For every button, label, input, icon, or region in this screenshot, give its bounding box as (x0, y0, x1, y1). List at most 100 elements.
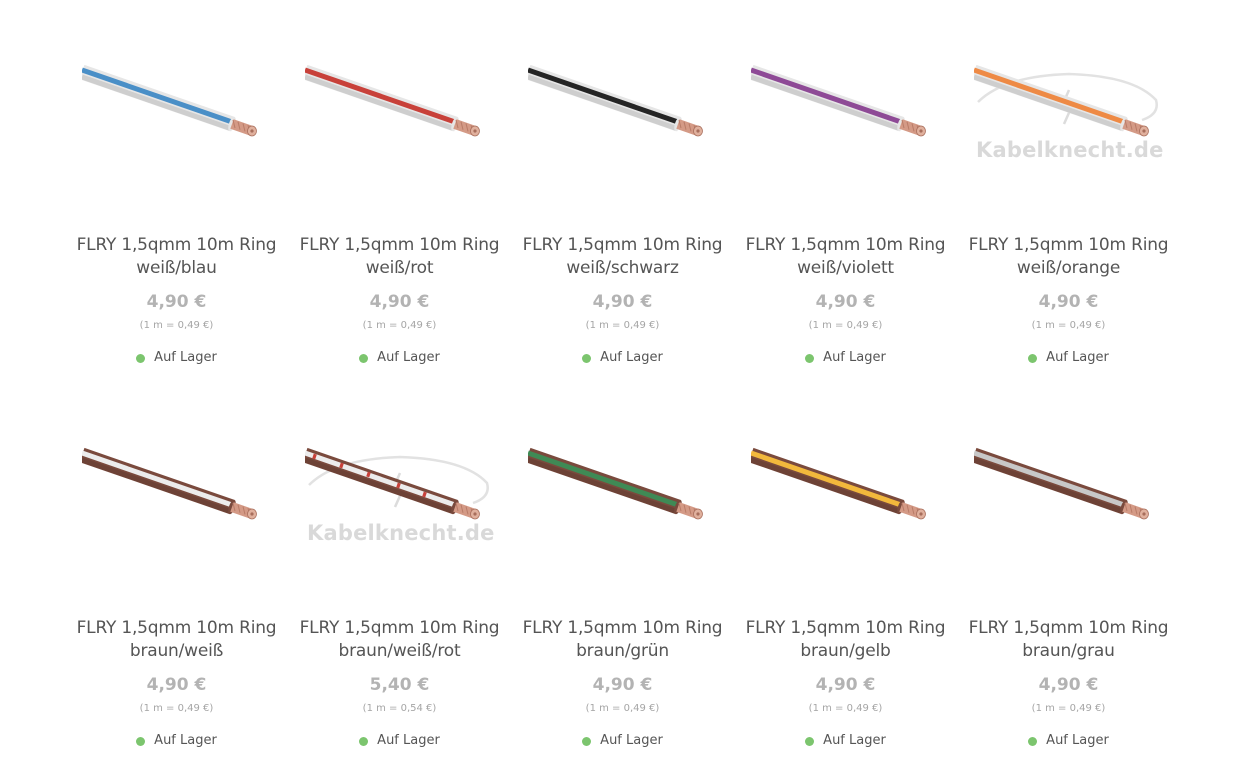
copper-conductor (230, 119, 257, 137)
unit-price: (1 m = 0,49 €) (808, 320, 883, 331)
stock-status: Auf Lager (957, 350, 1180, 365)
product-card[interactable]: FLRY 1,5qmm 10m Ring braun/grau 4,90 € (1 m… (957, 423, 1180, 777)
stock-label: Auf Lager (600, 350, 663, 365)
stock-label: Auf Lager (154, 733, 217, 748)
copper-conductor (1122, 119, 1149, 137)
product-title-line1: FLRY 1,5qmm 10m Ring (745, 235, 946, 255)
product-price: 4,90 € (1038, 292, 1099, 312)
cable-body (305, 64, 459, 132)
product-title[interactable]: FLRY 1,5qmm 10m Ring braun/grau (965, 617, 1172, 663)
product-title[interactable]: FLRY 1,5qmm 10m Ring braun/weiß (73, 617, 280, 663)
product-title-line2: braun/grün (576, 641, 669, 661)
product-card[interactable]: FLRY 1,5qmm 10m Ring weiß/violett 4,90 € (1… (734, 40, 957, 423)
cable-wire-image: Kabelknecht.de (305, 447, 495, 545)
product-title[interactable]: FLRY 1,5qmm 10m Ring weiß/schwarz (519, 234, 726, 280)
cable-wire-image (974, 447, 1149, 520)
product-card[interactable]: FLRY 1,5qmm 10m Ring weiß/schwarz 4,90 € (1… (511, 40, 734, 423)
stock-status: Auf Lager (288, 733, 511, 748)
product-image[interactable] (974, 445, 1164, 555)
product-title-line1: FLRY 1,5qmm 10m Ring (299, 618, 500, 638)
stock-label: Auf Lager (154, 350, 217, 365)
product-image[interactable] (305, 62, 495, 172)
unit-price: (1 m = 0,49 €) (139, 320, 214, 331)
stock-label: Auf Lager (823, 350, 886, 365)
product-price: 4,90 € (815, 675, 876, 695)
product-title-line2: braun/grau (1022, 641, 1115, 661)
copper-conductor (1122, 502, 1149, 520)
product-image[interactable] (528, 445, 718, 555)
product-image[interactable]: Kabelknecht.de (974, 62, 1164, 172)
product-card[interactable]: Kabelknecht.de FLRY 1,5qmm 10m Ring braun/… (288, 423, 511, 777)
in-stock-dot-icon (136, 353, 146, 363)
product-card[interactable]: FLRY 1,5qmm 10m Ring weiß/blau 4,90 € (1 m … (65, 40, 288, 423)
product-title[interactable]: FLRY 1,5qmm 10m Ring weiß/rot (296, 234, 503, 280)
product-card[interactable]: FLRY 1,5qmm 10m Ring weiß/rot 4,90 € (1 m =… (288, 40, 511, 423)
copper-conductor (453, 119, 480, 137)
stock-label: Auf Lager (823, 733, 886, 748)
cable-body (528, 64, 682, 132)
product-title-line1: FLRY 1,5qmm 10m Ring (745, 618, 946, 638)
stock-status: Auf Lager (65, 350, 288, 365)
stock-status: Auf Lager (511, 733, 734, 748)
copper-conductor (453, 502, 480, 520)
product-title[interactable]: FLRY 1,5qmm 10m Ring weiß/blau (73, 234, 280, 280)
cable-body (528, 447, 682, 515)
product-title-line1: FLRY 1,5qmm 10m Ring (76, 235, 277, 255)
cable-wire-image (305, 64, 480, 137)
product-title-line2: weiß/blau (136, 258, 217, 278)
product-price: 4,90 € (592, 675, 653, 695)
cable-body (305, 447, 459, 515)
product-card[interactable]: Kabelknecht.de FLRY 1,5qmm 10m Ring weiß/o… (957, 40, 1180, 423)
copper-conductor (676, 502, 703, 520)
stock-status: Auf Lager (511, 350, 734, 365)
product-card[interactable]: FLRY 1,5qmm 10m Ring braun/grün 4,90 € (1 m… (511, 423, 734, 777)
stock-label: Auf Lager (1046, 733, 1109, 748)
product-grid: FLRY 1,5qmm 10m Ring weiß/blau 4,90 € (1 m … (65, 40, 1180, 777)
unit-price: (1 m = 0,54 €) (362, 703, 437, 714)
product-price: 4,90 € (369, 292, 430, 312)
product-title[interactable]: FLRY 1,5qmm 10m Ring weiß/violett (742, 234, 949, 280)
unit-price: (1 m = 0,49 €) (585, 703, 660, 714)
in-stock-dot-icon (359, 353, 369, 363)
in-stock-dot-icon (805, 736, 815, 746)
product-image[interactable] (82, 62, 272, 172)
product-title-line1: FLRY 1,5qmm 10m Ring (522, 235, 723, 255)
product-card[interactable]: FLRY 1,5qmm 10m Ring braun/weiß 4,90 € (1 m… (65, 423, 288, 777)
cable-wire-image (82, 64, 257, 137)
product-title-line2: braun/weiß/rot (338, 641, 461, 661)
stock-status: Auf Lager (734, 733, 957, 748)
copper-conductor (899, 502, 926, 520)
product-title-line2: weiß/schwarz (566, 258, 679, 278)
product-title[interactable]: FLRY 1,5qmm 10m Ring braun/weiß/rot (296, 617, 503, 663)
product-card[interactable]: FLRY 1,5qmm 10m Ring braun/gelb 4,90 € (1 m… (734, 423, 957, 777)
in-stock-dot-icon (582, 736, 592, 746)
product-title-line2: weiß/rot (365, 258, 434, 278)
product-title-line2: braun/gelb (800, 641, 891, 661)
in-stock-dot-icon (582, 353, 592, 363)
copper-conductor (676, 119, 703, 137)
copper-conductor (899, 119, 926, 137)
product-image[interactable]: Kabelknecht.de (305, 445, 495, 555)
product-image[interactable] (528, 62, 718, 172)
product-title-line2: weiß/violett (797, 258, 894, 278)
cable-body (82, 64, 236, 132)
product-image[interactable] (751, 62, 941, 172)
product-price: 5,40 € (369, 675, 430, 695)
product-title-line2: braun/weiß (129, 641, 224, 661)
unit-price: (1 m = 0,49 €) (1031, 320, 1106, 331)
unit-price: (1 m = 0,49 €) (362, 320, 437, 331)
product-image[interactable] (82, 445, 272, 555)
cable-body (751, 64, 905, 132)
product-price: 4,90 € (1038, 675, 1099, 695)
watermark-text: Kabelknecht.de (307, 521, 495, 545)
product-price: 4,90 € (146, 292, 207, 312)
stock-label: Auf Lager (1046, 350, 1109, 365)
product-title-line1: FLRY 1,5qmm 10m Ring (522, 618, 723, 638)
product-title[interactable]: FLRY 1,5qmm 10m Ring weiß/orange (965, 234, 1172, 280)
product-title[interactable]: FLRY 1,5qmm 10m Ring braun/grün (519, 617, 726, 663)
stock-status: Auf Lager (734, 350, 957, 365)
cable-wire-image: Kabelknecht.de (974, 64, 1163, 162)
product-title[interactable]: FLRY 1,5qmm 10m Ring braun/gelb (742, 617, 949, 663)
product-image[interactable] (751, 445, 941, 555)
stock-label: Auf Lager (600, 733, 663, 748)
